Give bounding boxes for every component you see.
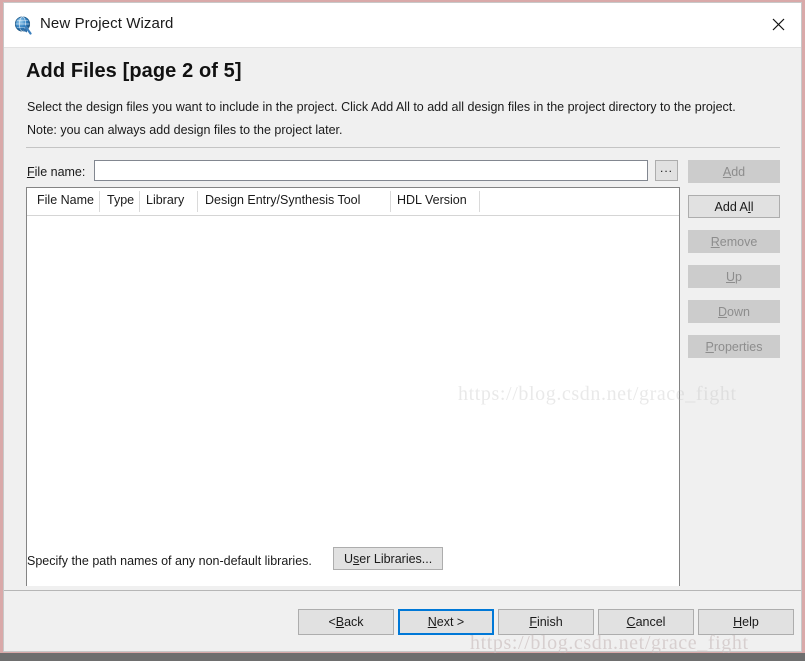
title-bar: New Project Wizard [4, 3, 801, 48]
dialog-content: Add Files [page 2 of 5] Select the desig… [4, 48, 801, 651]
down-button[interactable]: Down [688, 300, 780, 323]
new-project-wizard-dialog: New Project Wizard Add Files [page 2 of … [3, 2, 802, 652]
properties-button[interactable]: Properties [688, 335, 780, 358]
description-line-1: Select the design files you want to incl… [27, 100, 736, 114]
description-line-2: Note: you can always add design files to… [27, 123, 343, 137]
cancel-button[interactable]: Cancel [598, 609, 694, 635]
file-list-box[interactable]: File Name Type Library Design Entry/Synt… [26, 187, 680, 586]
column-divider[interactable] [197, 191, 198, 212]
next-button[interactable]: Next > [398, 609, 494, 635]
file-name-input[interactable] [94, 160, 648, 181]
file-list-header: File Name Type Library Design Entry/Synt… [27, 188, 679, 216]
file-list-body[interactable] [27, 216, 679, 586]
screen-frame: New Project Wizard Add Files [page 2 of … [0, 0, 805, 661]
column-divider[interactable] [139, 191, 140, 212]
column-divider[interactable] [479, 191, 480, 212]
finish-button[interactable]: Finish [498, 609, 594, 635]
user-libraries-hint: Specify the path names of any non-defaul… [27, 554, 312, 568]
column-header-design-entry[interactable]: Design Entry/Synthesis Tool [205, 193, 360, 207]
file-name-label-rest: ile name: [34, 165, 86, 179]
separator-bottom [4, 590, 801, 591]
back-button[interactable]: < Back [298, 609, 394, 635]
column-divider[interactable] [390, 191, 391, 212]
column-divider[interactable] [99, 191, 100, 212]
help-button[interactable]: Help [698, 609, 794, 635]
column-header-hdl-version[interactable]: HDL Version [397, 193, 467, 207]
column-header-type[interactable]: Type [107, 193, 134, 207]
remove-button[interactable]: Remove [688, 230, 780, 253]
column-header-library[interactable]: Library [146, 193, 184, 207]
add-button[interactable]: Add [688, 160, 780, 183]
column-header-file-name[interactable]: File Name [37, 193, 94, 207]
page-title: Add Files [page 2 of 5] [26, 60, 242, 82]
file-name-label: File name: [27, 165, 86, 179]
separator-top [26, 147, 780, 148]
add-all-button[interactable]: Add All [688, 195, 780, 218]
up-button[interactable]: Up [688, 265, 780, 288]
browse-button[interactable]: ... [655, 160, 678, 181]
quartus-globe-icon [14, 16, 33, 35]
bottom-strip [0, 653, 805, 661]
window-title: New Project Wizard [40, 15, 174, 32]
close-icon[interactable] [755, 3, 801, 46]
user-libraries-button[interactable]: Us er Libraries... [333, 547, 444, 570]
